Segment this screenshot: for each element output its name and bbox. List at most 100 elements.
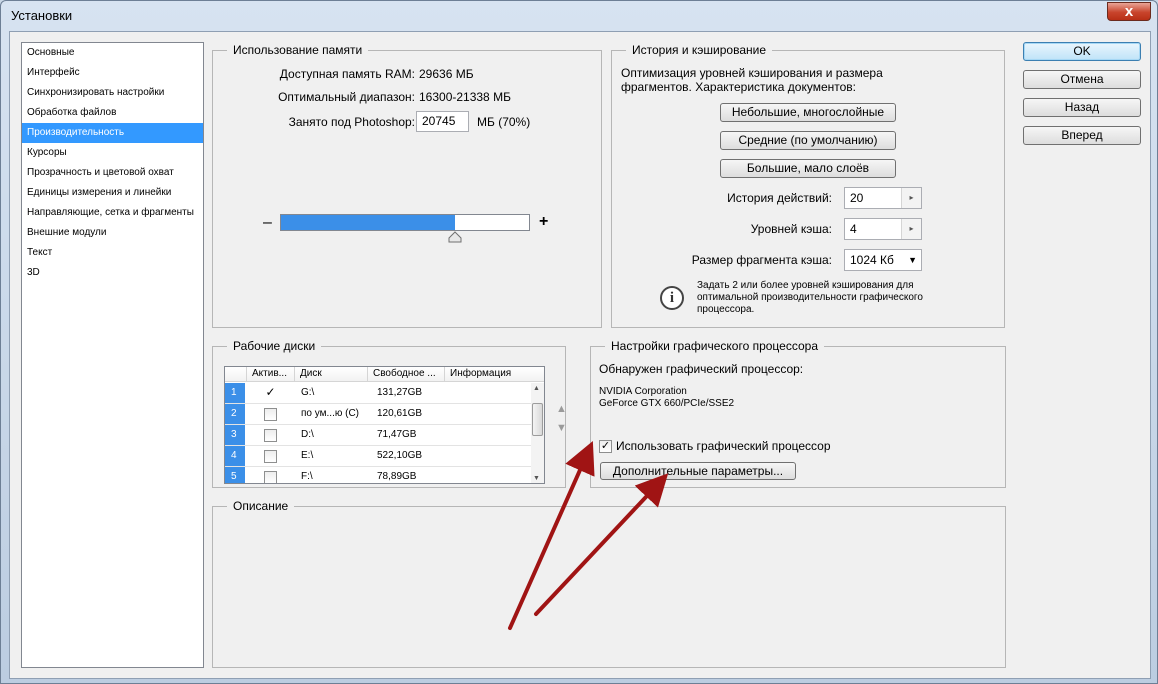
disk-name: E:\ bbox=[301, 450, 314, 461]
disk-active-checkbox[interactable] bbox=[264, 471, 277, 483]
available-ram-label: Доступная память RAM: bbox=[279, 67, 415, 81]
scratch-disks-group: Рабочие диски Актив... Диск Свободное ..… bbox=[212, 339, 567, 488]
disk-active-checkbox[interactable] bbox=[264, 429, 277, 442]
window-title: Установки bbox=[11, 8, 73, 23]
disk-active-checkbox[interactable] bbox=[264, 408, 277, 421]
sidebar-item-file-handling[interactable]: Обработка файлов bbox=[22, 103, 203, 123]
preferences-window: Установки x Основные Интерфейс Синхрониз… bbox=[0, 0, 1158, 684]
disk-free-space: 71,47GB bbox=[377, 429, 417, 440]
table-row[interactable]: 3 D:\ 71,47GB bbox=[225, 425, 532, 446]
category-list: Основные Интерфейс Синхронизировать наст… bbox=[21, 42, 204, 668]
cache-levels-input[interactable]: 4 ▸ bbox=[844, 218, 922, 240]
table-scrollbar[interactable]: ▲ ▼ bbox=[531, 383, 544, 483]
row-number: 3 bbox=[225, 425, 245, 445]
advanced-settings-button[interactable]: Дополнительные параметры... bbox=[600, 462, 796, 480]
sidebar-item-guides-grid[interactable]: Направляющие, сетка и фрагменты bbox=[22, 203, 203, 223]
scratch-disks-title: Рабочие диски bbox=[227, 339, 322, 353]
row-number: 5 bbox=[225, 467, 245, 483]
memory-decrease-button[interactable]: – bbox=[263, 214, 272, 232]
scroll-up-icon[interactable]: ▲ bbox=[533, 385, 540, 392]
photoshop-usage-input[interactable]: 20745 bbox=[416, 111, 469, 132]
sidebar-item-interface[interactable]: Интерфейс bbox=[22, 63, 203, 83]
column-free-space[interactable]: Свободное ... bbox=[367, 367, 444, 382]
history-states-input[interactable]: 20 ▸ bbox=[844, 187, 922, 209]
available-ram-value: 29636 МБ bbox=[419, 67, 474, 81]
disk-free-space: 78,89GB bbox=[377, 471, 417, 482]
cache-preset-medium-button[interactable]: Средние (по умолчанию) bbox=[720, 131, 896, 150]
table-row[interactable]: 5 F:\ 78,89GB bbox=[225, 467, 532, 483]
memory-usage-group: Использование памяти Доступная память RA… bbox=[212, 43, 602, 328]
gpu-model: GeForce GTX 660/PCIe/SSE2 bbox=[599, 398, 735, 409]
history-states-value: 20 bbox=[850, 191, 864, 205]
photoshop-usage-label: Занято под Photoshop: bbox=[288, 115, 415, 129]
disk-name: F:\ bbox=[301, 471, 313, 482]
disk-active-checkbox[interactable] bbox=[264, 450, 277, 463]
row-number: 1 bbox=[225, 383, 245, 403]
checkmark-icon: ✓ bbox=[265, 385, 276, 399]
info-icon: i bbox=[660, 286, 684, 310]
move-disk-up-icon[interactable]: ▲ bbox=[556, 403, 567, 415]
sidebar-item-cursors[interactable]: Курсоры bbox=[22, 143, 203, 163]
history-cache-group: История и кэширование Оптимизация уровне… bbox=[611, 43, 1005, 328]
row-number: 4 bbox=[225, 446, 245, 466]
cache-tile-size-select[interactable]: 1024 Кб ▼ bbox=[844, 249, 922, 271]
cache-tile-size-value: 1024 Кб bbox=[850, 253, 894, 267]
cache-description: Оптимизация уровней кэширования и размер… bbox=[621, 66, 883, 94]
disk-name: по ум...ю (C) bbox=[301, 408, 360, 419]
memory-slider-thumb[interactable] bbox=[448, 231, 462, 243]
cancel-button[interactable]: Отмена bbox=[1023, 70, 1141, 89]
disk-name: G:\ bbox=[301, 387, 315, 398]
scroll-down-icon[interactable]: ▼ bbox=[533, 475, 540, 482]
next-button[interactable]: Вперед bbox=[1023, 126, 1141, 145]
sidebar-item-units-rulers[interactable]: Единицы измерения и линейки bbox=[22, 183, 203, 203]
table-row[interactable]: 2 по ум...ю (C) 120,61GB bbox=[225, 404, 532, 425]
move-disk-down-icon[interactable]: ▼ bbox=[556, 422, 567, 434]
cache-tile-size-label: Размер фрагмента кэша: bbox=[691, 253, 832, 267]
memory-increase-button[interactable]: + bbox=[539, 213, 548, 231]
dialog-client-area: Основные Интерфейс Синхронизировать наст… bbox=[9, 31, 1151, 679]
table-header: Актив... Диск Свободное ... Информация bbox=[225, 367, 544, 382]
cache-levels-label: Уровней кэша: bbox=[750, 222, 832, 236]
table-row[interactable]: 1 ✓ G:\ 131,27GB bbox=[225, 383, 532, 404]
use-gpu-label[interactable]: Использовать графический процессор bbox=[616, 439, 831, 453]
column-info[interactable]: Информация bbox=[444, 367, 544, 382]
history-states-spin-icon[interactable]: ▸ bbox=[901, 188, 921, 208]
scratch-disks-table: Актив... Диск Свободное ... Информация 1… bbox=[224, 366, 545, 484]
disk-free-space: 522,10GB bbox=[377, 450, 423, 461]
memory-usage-title: Использование памяти bbox=[227, 43, 369, 57]
title-bar[interactable]: Установки x bbox=[1, 1, 1157, 31]
sidebar-item-sync-settings[interactable]: Синхронизировать настройки bbox=[22, 83, 203, 103]
scrollbar-thumb[interactable] bbox=[532, 403, 543, 436]
close-button[interactable]: x bbox=[1107, 2, 1151, 21]
description-group: Описание bbox=[212, 499, 1006, 668]
table-row[interactable]: 4 E:\ 522,10GB bbox=[225, 446, 532, 467]
row-number: 2 bbox=[225, 404, 245, 424]
history-states-label: История действий: bbox=[727, 191, 832, 205]
use-gpu-checkbox[interactable]: ✓ bbox=[599, 440, 612, 453]
cache-levels-spin-icon[interactable]: ▸ bbox=[901, 219, 921, 239]
sidebar-item-performance[interactable]: Производительность bbox=[22, 123, 203, 143]
cache-preset-small-button[interactable]: Небольшие, многослойные bbox=[720, 103, 896, 122]
sidebar-item-transparency-gamut[interactable]: Прозрачность и цветовой охват bbox=[22, 163, 203, 183]
sidebar-item-type[interactable]: Текст bbox=[22, 243, 203, 263]
sidebar-item-3d[interactable]: 3D bbox=[22, 263, 203, 283]
ok-button[interactable]: OK bbox=[1023, 42, 1141, 61]
cache-preset-large-button[interactable]: Большие, мало слоёв bbox=[720, 159, 896, 178]
previous-button[interactable]: Назад bbox=[1023, 98, 1141, 117]
disk-name: D:\ bbox=[301, 429, 314, 440]
optimal-range-value: 16300-21338 МБ bbox=[419, 90, 511, 104]
disk-active-checkbox[interactable]: ✓ bbox=[264, 385, 277, 400]
column-disk[interactable]: Диск bbox=[294, 367, 367, 382]
sidebar-item-general[interactable]: Основные bbox=[22, 43, 203, 63]
column-active[interactable]: Актив... bbox=[246, 367, 294, 382]
gpu-vendor: NVIDIA Corporation bbox=[599, 386, 687, 397]
cache-hint-text: Задать 2 или более уровней кэширования д… bbox=[697, 280, 923, 315]
gpu-settings-group: Настройки графического процессора Обнару… bbox=[590, 339, 1006, 488]
memory-slider[interactable] bbox=[280, 214, 530, 231]
description-title: Описание bbox=[227, 499, 295, 513]
sidebar-item-plugins[interactable]: Внешние модули bbox=[22, 223, 203, 243]
history-cache-title: История и кэширование bbox=[626, 43, 773, 57]
memory-slider-fill bbox=[281, 215, 455, 230]
optimal-range-label: Оптимальный диапазон: bbox=[278, 90, 415, 104]
cache-levels-value: 4 bbox=[850, 222, 857, 236]
